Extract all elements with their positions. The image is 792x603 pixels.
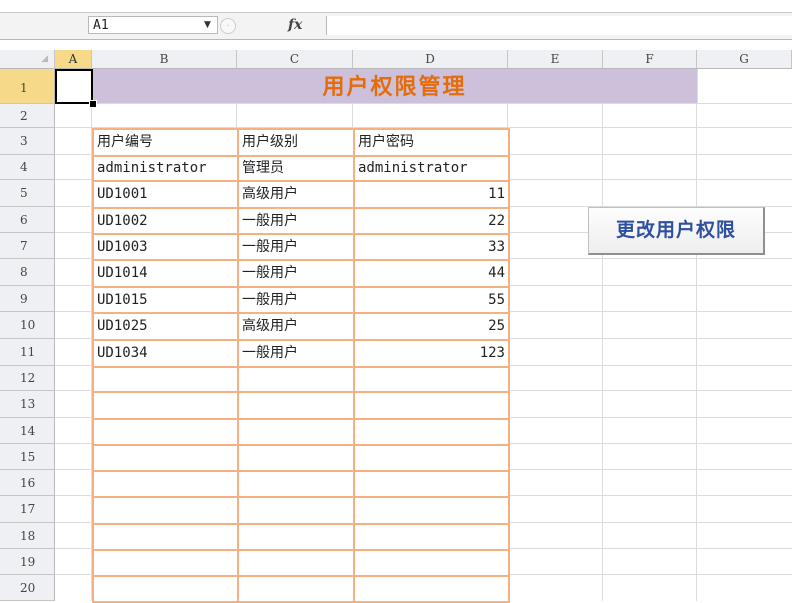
active-cell-a1[interactable] [55,69,93,104]
insert-function-icon[interactable]: fx [288,17,302,33]
table-cell[interactable]: UD1002 [92,207,239,235]
table-cell[interactable]: 123 [353,339,510,368]
row-header-11[interactable]: 11 [0,339,55,366]
row-header-16[interactable]: 16 [0,470,55,496]
empty-table-cell[interactable] [237,496,355,525]
table-cell[interactable]: 11 [353,180,510,209]
row-header-13[interactable]: 13 [0,391,55,418]
empty-table-cell[interactable] [353,470,510,498]
row-header-10[interactable]: 10 [0,312,55,339]
row-header-15[interactable]: 15 [0,444,55,470]
empty-table-cell[interactable] [237,523,355,551]
empty-table-cell[interactable] [353,549,510,577]
row-header-14[interactable]: 14 [0,418,55,444]
sheet-title: 用户权限管理 [92,69,697,103]
formula-input[interactable] [326,16,792,35]
empty-table-cell[interactable] [237,549,355,577]
empty-table-cell[interactable] [92,444,239,472]
table-cell[interactable]: 22 [353,207,510,235]
name-box-dropdown-icon[interactable]: ▼ [204,20,211,30]
row-header-4[interactable]: 4 [0,155,55,180]
row-header-7[interactable]: 7 [0,233,55,259]
table-cell[interactable]: UD1034 [92,339,239,368]
row-header-8[interactable]: 8 [0,259,55,286]
name-box[interactable]: A1 [88,16,218,34]
table-cell[interactable]: 一般用户 [237,233,355,261]
empty-table-cell[interactable] [237,418,355,446]
table-cell[interactable]: UD1001 [92,180,239,209]
cancel-formula-icon[interactable]: · [220,18,236,34]
empty-table-cell[interactable] [237,391,355,420]
column-header-c[interactable]: C [237,50,353,69]
empty-table-cell[interactable] [353,523,510,551]
empty-table-cell[interactable] [237,470,355,498]
table-cell[interactable]: 33 [353,233,510,261]
empty-table-cell[interactable] [92,523,239,551]
row-header-2[interactable]: 2 [0,104,55,128]
empty-table-cell[interactable] [92,496,239,525]
empty-table-cell[interactable] [353,575,510,603]
empty-table-cell[interactable] [92,366,239,393]
table-cell[interactable]: 高级用户 [237,312,355,341]
table-header-cell[interactable]: 用户级别 [237,128,355,157]
row-header-18[interactable]: 18 [0,523,55,549]
row-header-12[interactable]: 12 [0,366,55,391]
row-header-5[interactable]: 5 [0,180,55,207]
column-header-g[interactable]: G [697,50,792,69]
row-header-17[interactable]: 17 [0,496,55,523]
empty-table-cell[interactable] [92,575,239,603]
row-header-1[interactable]: 1 [0,69,55,104]
empty-table-cell[interactable] [353,366,510,393]
empty-table-cell[interactable] [353,418,510,446]
empty-table-cell[interactable] [237,575,355,603]
empty-table-cell[interactable] [353,391,510,420]
table-cell[interactable]: 55 [353,286,510,314]
column-header-e[interactable]: E [508,50,603,69]
gridline [55,103,792,104]
row-header-6[interactable]: 6 [0,207,55,233]
table-cell[interactable]: UD1014 [92,259,239,288]
table-cell[interactable]: UD1003 [92,233,239,261]
empty-table-cell[interactable] [237,444,355,472]
table-cell[interactable]: 一般用户 [237,286,355,314]
cell-g1[interactable] [697,69,792,103]
table-header-cell[interactable]: 用户密码 [353,128,510,157]
row-header-20[interactable]: 20 [0,575,55,601]
table-cell[interactable]: 一般用户 [237,207,355,235]
table-cell[interactable]: 一般用户 [237,259,355,288]
table-cell[interactable]: UD1025 [92,312,239,341]
table-cell[interactable]: 高级用户 [237,180,355,209]
column-header-f[interactable]: F [603,50,697,69]
empty-table-cell[interactable] [237,366,355,393]
table-cell[interactable]: UD1015 [92,286,239,314]
empty-table-cell[interactable] [353,496,510,525]
row-header-19[interactable]: 19 [0,549,55,575]
column-header-a[interactable]: A [55,50,92,69]
table-header-cell[interactable]: 用户编号 [92,128,239,157]
fill-handle[interactable] [89,100,97,108]
empty-table-cell[interactable] [92,470,239,498]
row-header-9[interactable]: 9 [0,286,55,312]
empty-table-cell[interactable] [92,549,239,577]
table-cell[interactable]: 一般用户 [237,339,355,368]
column-header-d[interactable]: D [353,50,508,69]
table-cell[interactable]: 25 [353,312,510,341]
table-cell[interactable]: 44 [353,259,510,288]
change-permission-button[interactable]: 更改用户权限 [588,207,765,255]
formula-bar: A1 ▼ · fx [0,12,792,40]
select-all-corner[interactable]: ◢ [0,50,55,69]
column-header-b[interactable]: B [92,50,237,69]
table-cell[interactable]: administrator [353,155,510,182]
empty-table-cell[interactable] [92,391,239,420]
table-cell[interactable]: administrator [92,155,239,182]
empty-table-cell[interactable] [92,418,239,446]
empty-table-cell[interactable] [353,444,510,472]
row-header-3[interactable]: 3 [0,128,55,155]
table-cell[interactable]: 管理员 [237,155,355,182]
